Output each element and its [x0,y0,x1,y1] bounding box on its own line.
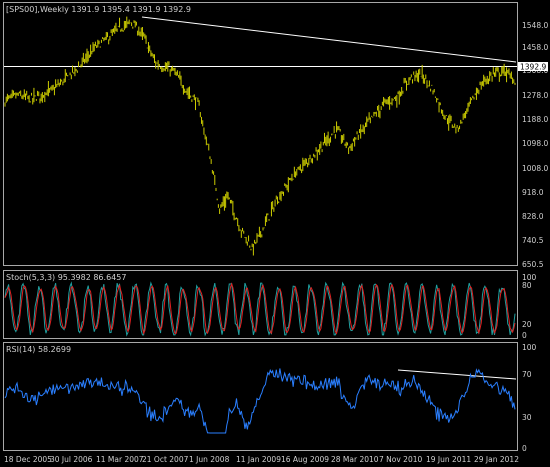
rsi-panel-header: RSI(14) 58.2699 [6,345,71,354]
x-label-2: 11 Mar 2007 [96,455,144,464]
y-tick-650: 650.5 [522,260,544,269]
x-label-8: 7 Nov 2010 [379,455,422,464]
x-label-3: 21 Oct 2007 [142,455,189,464]
main-panel-frame [3,2,518,266]
x-axis: 18 Dec 2005 30 Jul 2006 11 Mar 2007 21 O… [4,455,519,464]
rsi-tick-0: 0 [522,444,527,453]
x-label-1: 30 Jul 2006 [50,455,93,464]
rsi-y-axis: 100 70 30 0 [522,343,537,453]
y-tick-1098: 1098.0 [522,139,548,148]
y-tick-1548: 1548.0 [522,21,548,30]
rsi-series-line [4,368,516,434]
y-tick-1458: 1458.0 [522,43,548,52]
y-tick-1188: 1188.0 [522,115,548,124]
x-label-10: 29 Jan 2012 [474,455,519,464]
trading-chart[interactable]: [SPS00],Weekly 1391.9 1395.4 1391.9 1392… [0,0,550,467]
rsi-line [4,368,516,434]
stoch-y-axis: 100 80 20 0 [522,273,537,340]
x-label-0: 18 Dec 2005 [4,455,52,464]
stoch-tick-20: 20 [522,320,532,329]
stoch-panel-header: Stoch(5,3,3) 95.3982 86.6457 [6,273,126,282]
x-label-7: 28 Mar 2010 [331,455,379,464]
main-panel-header: [SPS00],Weekly 1391.9 1395.4 1391.9 1392… [6,5,191,14]
rsi-trendline[interactable] [397,369,517,380]
x-label-6: 16 Aug 2009 [281,455,329,464]
x-label-4: 1 Jun 2008 [189,455,230,464]
rsi-tick-30: 30 [522,413,532,422]
rsi-tick-100: 100 [522,343,537,352]
main-y-axis: 1548.0 1458.0 1368.0 1278.0 1188.0 1098.… [522,21,548,269]
stoch-lines [4,281,516,337]
y-tick-1278: 1278.0 [522,91,548,100]
y-tick-1008: 1008.0 [522,164,548,173]
stoch-main-line [4,281,516,337]
rsi-tick-70: 70 [522,370,532,379]
stoch-tick-80: 80 [522,281,532,290]
current-price-label: 1392.9 [520,63,546,72]
y-tick-828: 828.0 [522,212,544,221]
stoch-tick-0: 0 [522,331,527,340]
y-tick-918: 918.0 [522,188,544,197]
x-label-9: 19 Jun 2011 [426,455,471,464]
main-resistance-trendline[interactable] [141,16,517,63]
y-tick-740: 740.5 [522,236,544,245]
x-label-5: 11 Jan 2009 [236,455,281,464]
